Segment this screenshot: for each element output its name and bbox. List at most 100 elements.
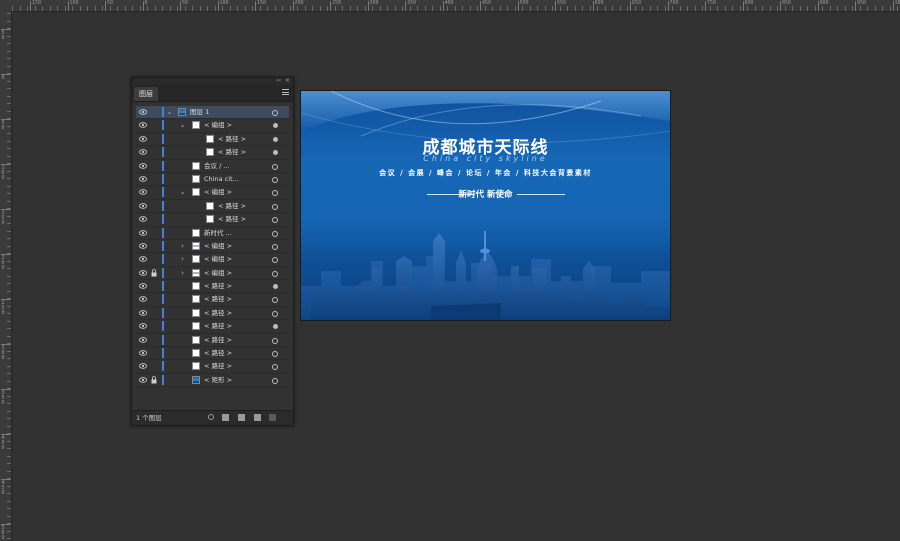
visibility-eye-icon[interactable] [139, 189, 147, 196]
layer-row[interactable]: < 矩形 > [136, 374, 289, 388]
layer-row[interactable]: < 路径 > [136, 133, 289, 147]
visibility-eye-icon[interactable] [139, 269, 147, 276]
panel-menu-icon[interactable] [282, 89, 289, 95]
layer-row[interactable]: ⌄ < 编组 > [136, 119, 289, 133]
layer-name[interactable]: < 编组 > [204, 240, 232, 252]
target-circle-icon[interactable] [272, 270, 278, 277]
target-circle-icon[interactable] [273, 284, 278, 290]
visibility-eye-icon[interactable] [139, 243, 147, 249]
target-circle-icon[interactable] [272, 337, 278, 344]
layer-row[interactable]: < 路径 > [136, 320, 289, 334]
layer-name[interactable]: < 矩形 > [204, 374, 232, 386]
target-circle-icon[interactable] [272, 351, 278, 358]
artboard[interactable]: 成都城市天际线 China city skyline 会议 / 会展 / 峰会 … [300, 90, 671, 321]
target-circle-icon[interactable] [272, 310, 278, 317]
target-circle-icon[interactable] [272, 230, 278, 237]
visibility-eye-icon[interactable] [139, 109, 147, 115]
visibility-eye-icon[interactable] [139, 323, 147, 329]
target-circle-icon[interactable] [272, 163, 278, 170]
new-layer-icon[interactable] [254, 414, 261, 421]
visibility-eye-icon[interactable] [139, 203, 147, 209]
layer-row[interactable]: ⌄ < 编组 > [136, 186, 289, 200]
target-circle-icon[interactable] [272, 243, 278, 250]
visibility-eye-icon[interactable] [139, 176, 147, 182]
layer-name[interactable]: < 路径 > [204, 360, 232, 372]
layer-name[interactable]: < 路径 > [204, 334, 232, 346]
visibility-eye-icon[interactable] [139, 216, 147, 222]
target-circle-icon[interactable] [272, 364, 278, 371]
layer-name[interactable]: < 路径 > [204, 347, 232, 359]
layer-row[interactable]: < 路径 > [136, 334, 289, 348]
layer-name[interactable]: < 编组 > [204, 267, 232, 279]
chevron-down-icon[interactable]: ⌄ [179, 119, 186, 131]
layer-row[interactable]: < 路径 > [136, 293, 289, 307]
target-circle-icon[interactable] [272, 110, 278, 116]
visibility-eye-icon[interactable] [139, 336, 147, 343]
layer-name[interactable]: 图层 1 [190, 106, 209, 118]
layer-row[interactable]: 新时代 ... [136, 227, 289, 240]
lock-icon[interactable] [151, 268, 157, 277]
target-circle-icon[interactable] [272, 257, 278, 264]
target-circle-icon[interactable] [272, 297, 278, 304]
layer-row[interactable]: › < 编组 > [136, 253, 289, 267]
layer-name[interactable]: < 路径 > [204, 293, 232, 305]
layer-row[interactable]: < 路径 > [136, 280, 289, 294]
layer-name[interactable]: < 编组 > [204, 119, 232, 131]
visibility-eye-icon[interactable] [139, 283, 147, 289]
layer-name[interactable]: < 编组 > [204, 253, 232, 265]
vertical-ruler[interactable]: 50 0 50 100 150 200 250 300 350 400 450 500 [0, 11, 12, 541]
target-circle-icon[interactable] [273, 150, 278, 156]
search-icon[interactable] [208, 414, 214, 420]
chevron-down-icon[interactable]: ⌄ [166, 106, 173, 118]
make-clipping-mask-icon[interactable] [238, 414, 245, 421]
visibility-eye-icon[interactable] [139, 162, 147, 169]
target-circle-icon[interactable] [272, 176, 278, 183]
layer-row[interactable]: < 路径 > [136, 200, 289, 214]
layer-row[interactable]: ⌄ 图层 1 [136, 106, 289, 120]
layer-name[interactable]: < 编组 > [204, 186, 232, 198]
close-panel-icon[interactable]: × [285, 77, 290, 84]
export-icon[interactable] [222, 414, 229, 421]
visibility-eye-icon[interactable] [139, 149, 147, 155]
trash-icon[interactable] [269, 414, 276, 421]
layer-name[interactable]: 会议 / ... [204, 160, 230, 172]
layer-row[interactable]: < 路径 > [136, 146, 289, 160]
layer-row[interactable]: < 路径 > [136, 213, 289, 227]
target-circle-icon[interactable] [273, 136, 278, 142]
layer-name[interactable]: < 路径 > [218, 213, 246, 225]
layer-row[interactable]: › < 编组 > [136, 267, 289, 281]
collapse-panel-icon[interactable]: ‹‹ [276, 77, 281, 84]
layer-row[interactable]: < 路径 > [136, 307, 289, 321]
visibility-eye-icon[interactable] [139, 377, 147, 383]
target-circle-icon[interactable] [273, 324, 278, 330]
layer-row[interactable]: › < 编组 > [136, 240, 289, 254]
panel-title-bar[interactable]: ‹‹ × [132, 77, 293, 85]
tab-layers[interactable]: 图层 [134, 87, 158, 101]
visibility-eye-icon[interactable] [139, 310, 147, 316]
target-circle-icon[interactable] [272, 377, 278, 384]
chevron-down-icon[interactable]: ⌄ [179, 186, 186, 198]
layer-name[interactable]: < 路径 > [204, 320, 232, 332]
visibility-eye-icon[interactable] [139, 350, 147, 356]
chevron-right-icon[interactable]: › [179, 240, 186, 252]
target-circle-icon[interactable] [272, 217, 278, 224]
layer-name[interactable]: 新时代 ... [204, 227, 232, 239]
layer-name[interactable]: < 路径 > [218, 200, 246, 212]
target-circle-icon[interactable] [272, 190, 278, 197]
layer-name[interactable]: < 路径 > [204, 280, 232, 292]
layer-name[interactable]: < 路径 > [218, 133, 246, 145]
chevron-right-icon[interactable]: › [179, 253, 186, 265]
target-circle-icon[interactable] [273, 123, 278, 129]
target-circle-icon[interactable] [272, 203, 278, 210]
visibility-eye-icon[interactable] [139, 136, 147, 142]
layer-row[interactable]: China cit... [136, 173, 289, 187]
visibility-eye-icon[interactable] [139, 122, 147, 129]
layer-row[interactable]: < 路径 > [136, 347, 289, 361]
layer-row[interactable]: < 路径 > [136, 360, 289, 374]
lock-icon[interactable] [151, 375, 157, 384]
visibility-eye-icon[interactable] [139, 363, 147, 370]
visibility-eye-icon[interactable] [139, 229, 147, 236]
visibility-eye-icon[interactable] [139, 296, 147, 303]
chevron-right-icon[interactable]: › [179, 267, 186, 279]
horizontal-ruler[interactable]: 150 100 50 0 50 100 150 200 250 300 350 400 450 500 55… [0, 0, 900, 12]
